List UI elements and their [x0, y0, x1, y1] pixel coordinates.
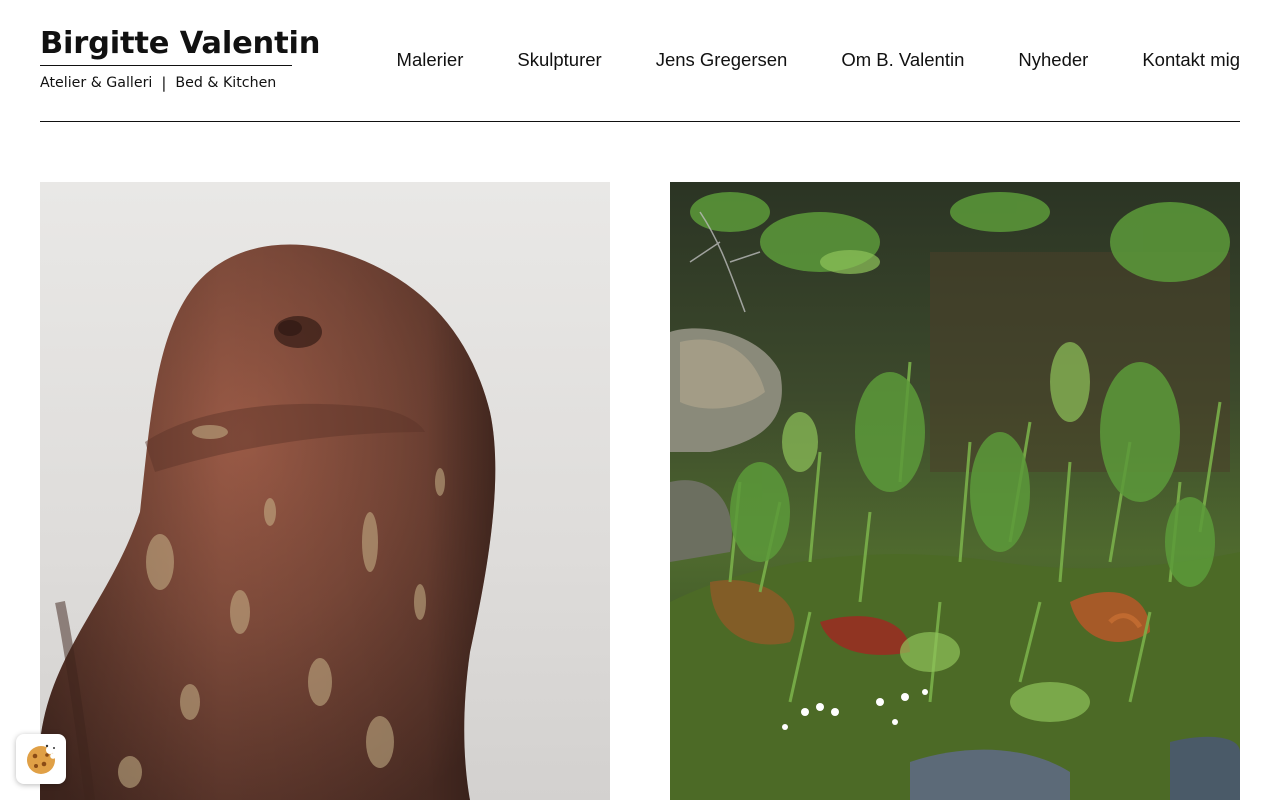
cookie-settings-button[interactable]: [16, 734, 66, 784]
logo-subtitle-kitchen: Bed & Kitchen: [175, 75, 277, 91]
owl-sculpture-image[interactable]: [40, 182, 610, 800]
nav-item-om-b-valentin[interactable]: Om B. Valentin: [841, 49, 964, 71]
main-navigation: Malerier Skulpturer Jens Gregersen Om B.…: [397, 49, 1240, 71]
nav-item-jens-gregersen[interactable]: Jens Gregersen: [656, 49, 788, 71]
nav-item-kontakt-mig[interactable]: Kontakt mig: [1142, 49, 1240, 71]
forest-painting-illustration: [670, 182, 1240, 800]
logo-subtitle-atelier: Atelier & Galleri: [40, 75, 153, 91]
logo-title: Birgitte Valentin: [40, 26, 321, 61]
logo-subtitle-separator: |: [161, 74, 167, 92]
site-logo[interactable]: Birgitte Valentin Atelier & Galleri | Be…: [40, 26, 321, 92]
logo-subtitle: Atelier & Galleri | Bed & Kitchen: [40, 74, 292, 92]
forest-painting-image[interactable]: [670, 182, 1240, 800]
owl-sculpture-illustration: [40, 244, 496, 800]
nav-item-nyheder[interactable]: Nyheder: [1018, 49, 1088, 71]
logo-divider: [40, 65, 292, 66]
nav-item-malerier[interactable]: Malerier: [397, 49, 464, 71]
header-divider: [40, 121, 1240, 122]
nav-item-skulpturer[interactable]: Skulpturer: [517, 49, 601, 71]
cookie-icon: [27, 744, 56, 774]
